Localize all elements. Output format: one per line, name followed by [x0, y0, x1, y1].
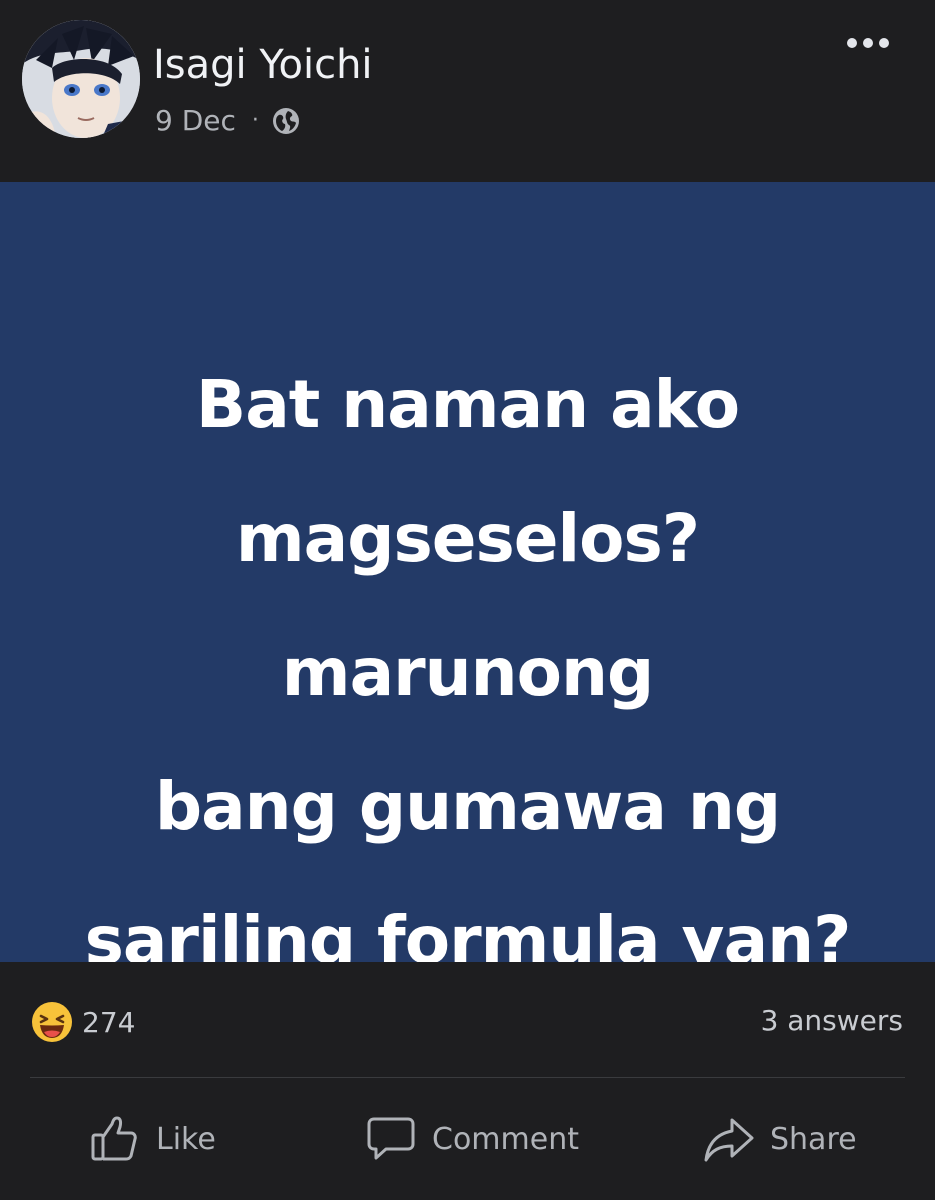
post-text-line: Bat naman ako [195, 366, 740, 443]
meta-separator: · [251, 108, 259, 133]
reactions-summary[interactable]: 274 [30, 1000, 135, 1044]
comment-label: Comment [432, 1121, 579, 1157]
more-dots-icon [847, 38, 889, 48]
author-name[interactable]: Isagi Yoichi [153, 42, 373, 88]
like-button[interactable]: Like [88, 1108, 216, 1170]
thumbs-up-icon [91, 1116, 137, 1161]
more-options-button[interactable] [838, 28, 898, 58]
globe-icon [272, 107, 299, 134]
laughing-emoji-icon [32, 1002, 72, 1042]
share-button[interactable]: Share [702, 1108, 857, 1170]
avatar-image [22, 20, 140, 138]
post-text: Bat naman ako magseselos?marunong bang g… [60, 338, 875, 1008]
share-arrow-icon [704, 1118, 754, 1162]
like-label: Like [156, 1121, 216, 1157]
share-label: Share [770, 1121, 857, 1157]
post-date[interactable]: 9 Dec [155, 104, 236, 137]
answers-count[interactable]: 3 answers [761, 1004, 903, 1037]
post-meta: 9 Dec · [155, 104, 301, 137]
post-text-line: magseselos?marunong [235, 500, 700, 711]
comment-button[interactable]: Comment [364, 1108, 579, 1170]
post-header [0, 0, 935, 182]
reaction-count: 274 [82, 1005, 136, 1039]
comment-icon [367, 1117, 415, 1160]
divider [30, 1077, 905, 1078]
post-text-line: bang gumawa ng [154, 768, 781, 845]
avatar[interactable] [22, 20, 140, 138]
